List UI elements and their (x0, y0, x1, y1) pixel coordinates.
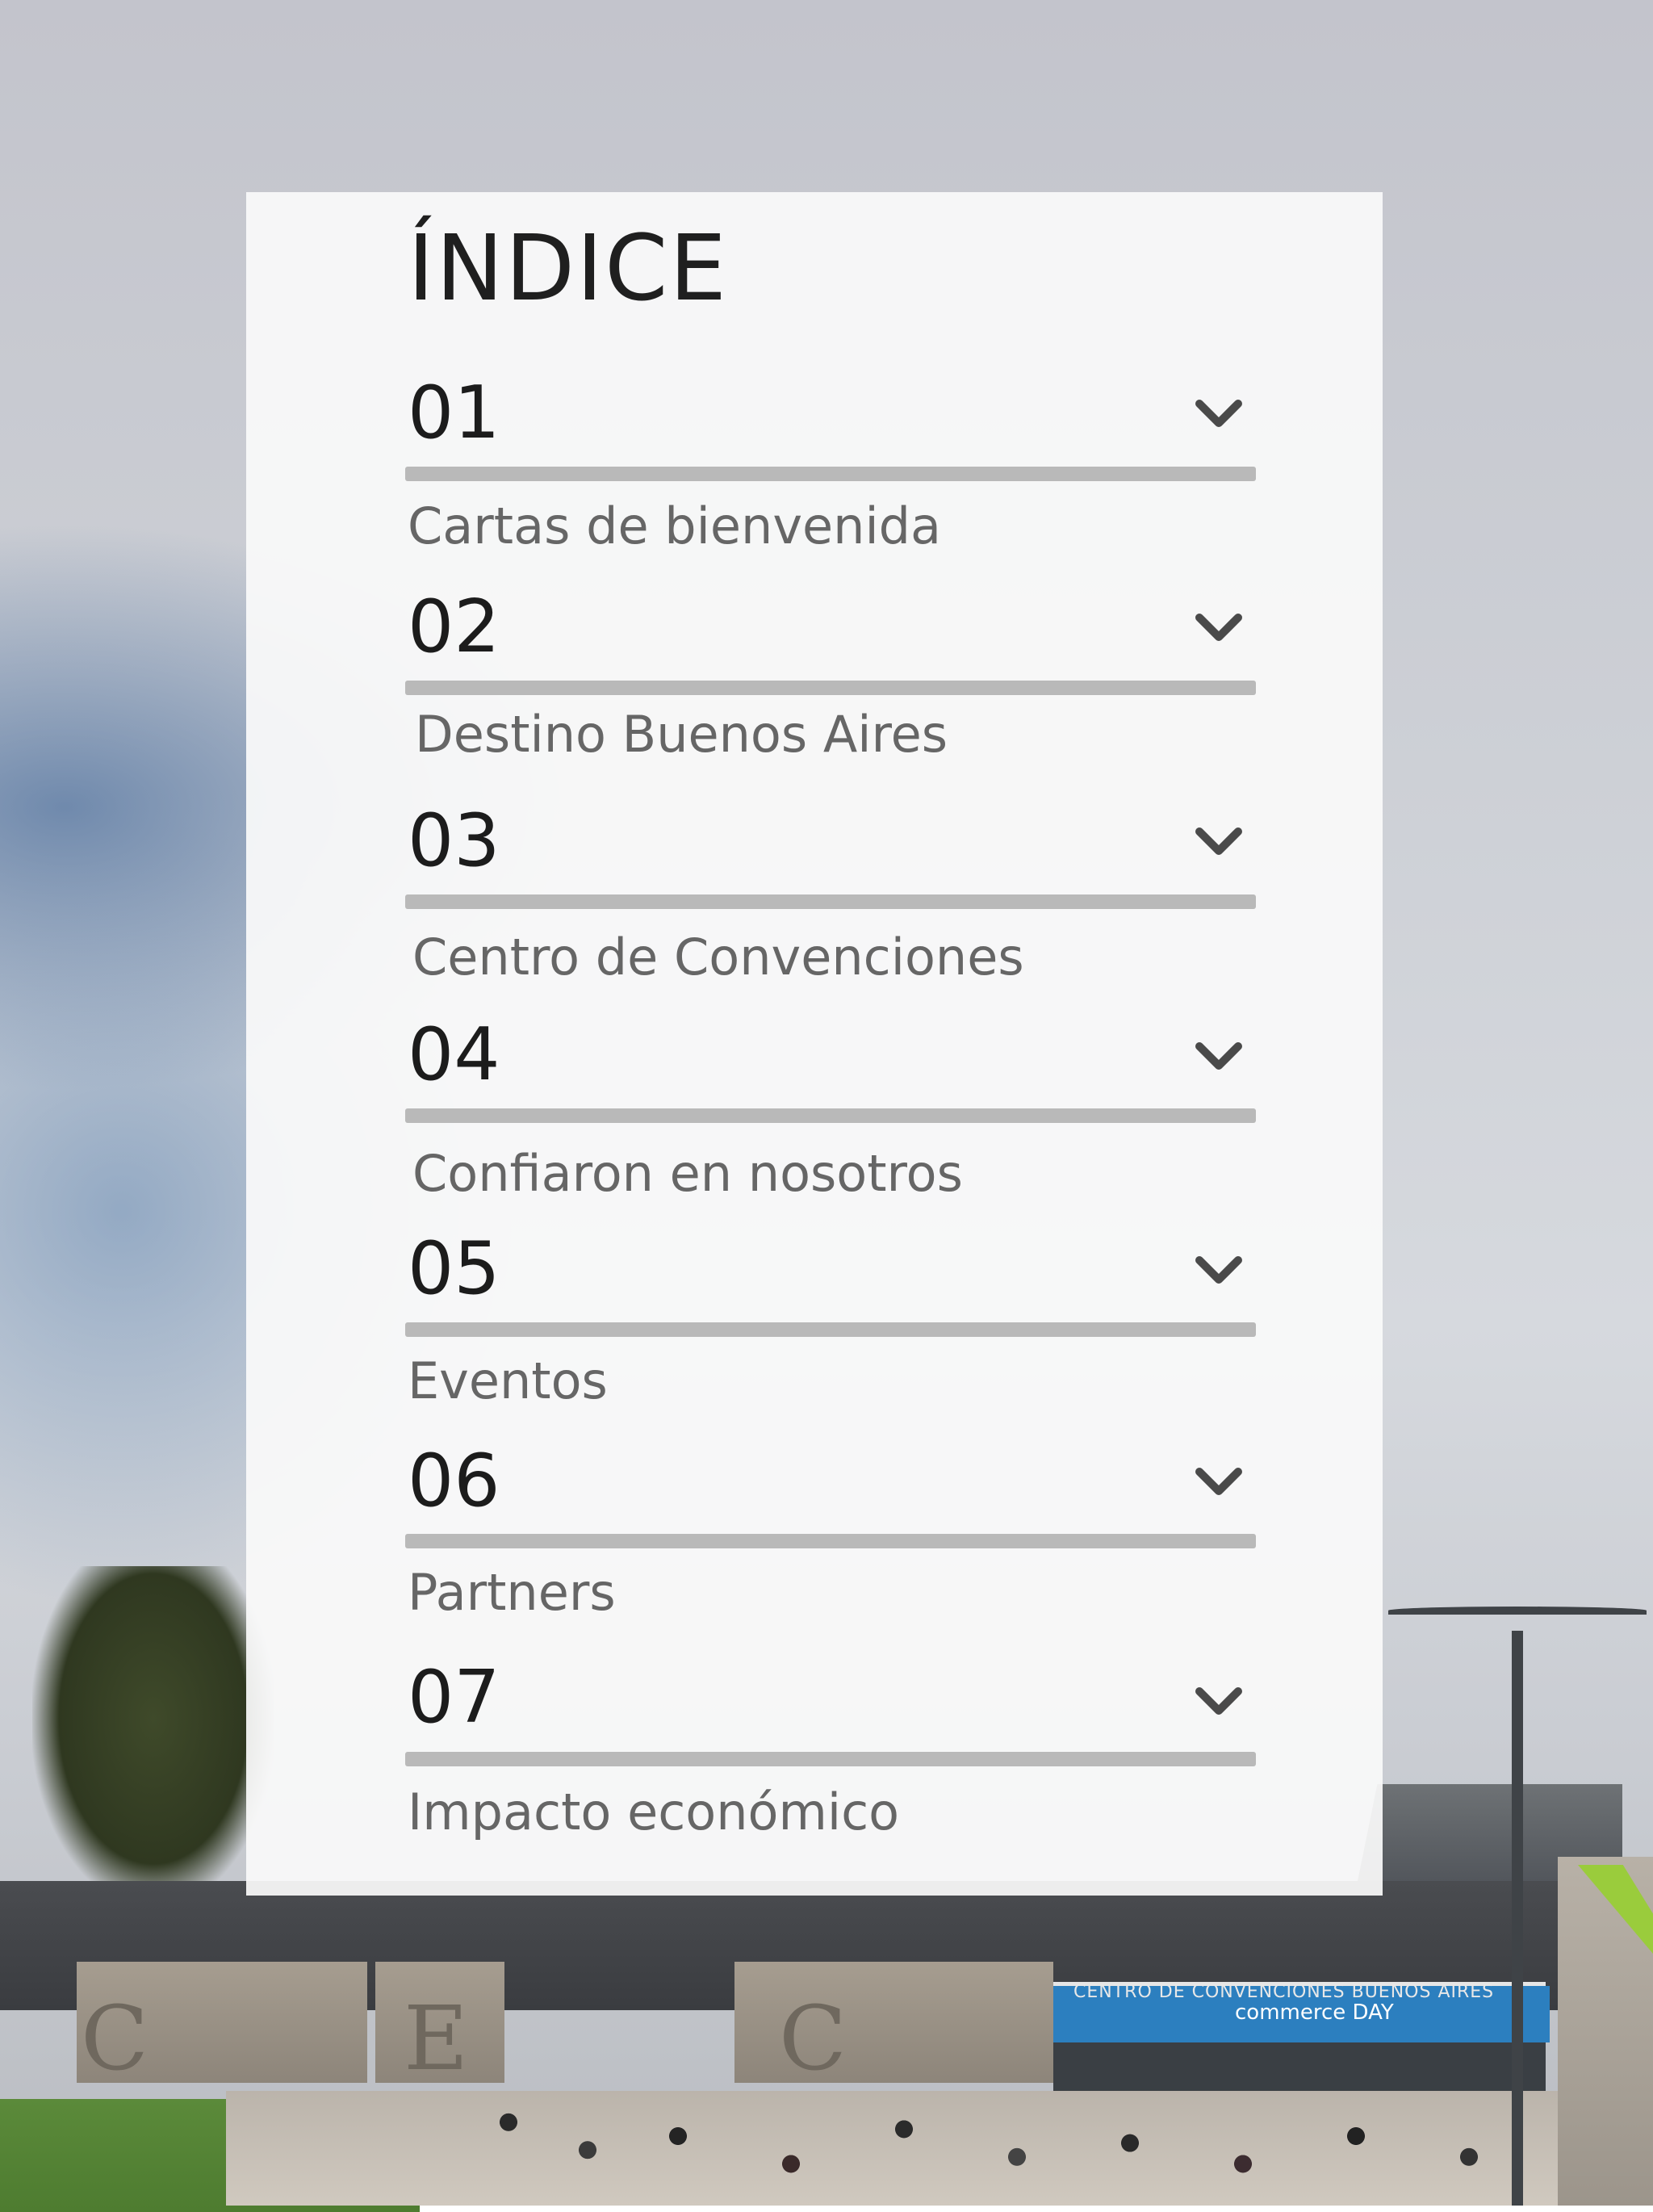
section-divider (405, 467, 1256, 481)
section-number[interactable]: 07 (408, 1657, 500, 1738)
chevron-down-icon[interactable] (1195, 1465, 1243, 1498)
section-divider (405, 681, 1256, 695)
section-title[interactable]: Eventos (408, 1352, 608, 1410)
section-number[interactable]: 02 (408, 587, 500, 668)
background-tree (32, 1566, 274, 1905)
background-crowd (452, 2067, 1582, 2206)
building-sign: CENTRO DE CONVENCIONES BUENOS AIRES (1073, 1982, 1495, 2002)
banner-text: commerce DAY (1235, 2000, 1394, 2025)
chevron-down-icon[interactable] (1195, 825, 1243, 857)
section-title[interactable]: Centro de Convenciones (412, 928, 1024, 987)
page-title: ÍNDICE (408, 216, 729, 321)
chevron-down-icon[interactable] (1195, 1685, 1243, 1717)
section-divider (405, 1534, 1256, 1548)
section-divider (405, 1108, 1256, 1123)
street-lamp-pole (1512, 1631, 1523, 2206)
section-title[interactable]: Cartas de bienvenida (408, 497, 941, 555)
street-lamp-arm (1388, 1607, 1647, 1615)
section-title[interactable]: Confiaron en nosotros (412, 1145, 963, 1203)
section-number[interactable]: 05 (408, 1229, 500, 1309)
section-number[interactable]: 06 (408, 1441, 500, 1522)
section-number[interactable]: 01 (408, 373, 500, 454)
chevron-down-icon[interactable] (1195, 397, 1243, 429)
section-divider (405, 1322, 1256, 1337)
section-title[interactable]: Partners (408, 1564, 616, 1622)
chevron-down-icon[interactable] (1195, 1040, 1243, 1072)
section-divider (405, 894, 1256, 909)
chevron-down-icon[interactable] (1195, 611, 1243, 643)
wall-letter: C (81, 1987, 149, 2090)
section-number[interactable]: 04 (408, 1015, 500, 1096)
section-number[interactable]: 03 (408, 801, 500, 882)
section-title[interactable]: Impacto económico (408, 1783, 899, 1841)
chevron-down-icon[interactable] (1195, 1254, 1243, 1286)
section-title[interactable]: Destino Buenos Aires (415, 706, 948, 764)
section-divider (405, 1752, 1256, 1766)
